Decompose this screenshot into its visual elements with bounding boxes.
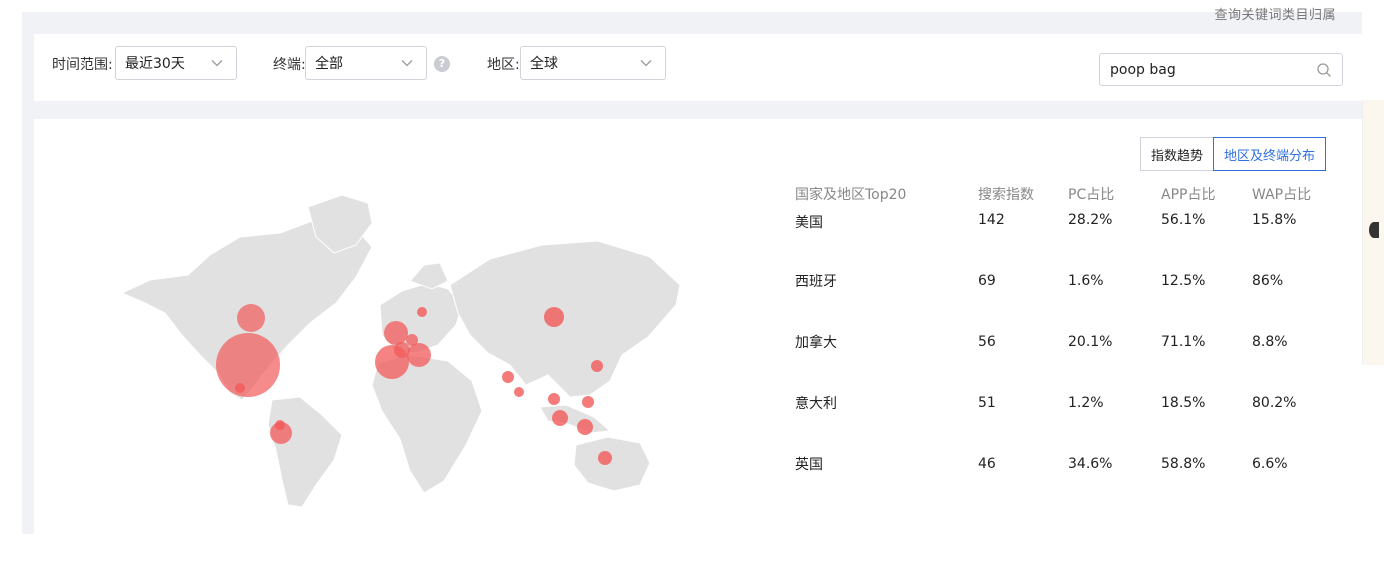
map-bubble-india — [514, 387, 524, 397]
cell-index: 69 — [978, 272, 996, 289]
map-bubble-japan — [591, 360, 603, 372]
keyword-search-box — [1099, 53, 1343, 86]
terminal-label: 终端: — [273, 57, 306, 73]
cell-pc: 28.2% — [1068, 212, 1113, 228]
region-select[interactable]: 全球 — [520, 46, 666, 80]
cell-country: 加拿大 — [795, 334, 837, 351]
cell-pc: 1.2% — [1068, 394, 1104, 411]
time-range-select[interactable]: 最近30天 — [115, 46, 237, 80]
map-bubble-usa — [216, 333, 280, 397]
cell-app: 71.1% — [1161, 333, 1206, 350]
cell-app: 18.5% — [1161, 394, 1206, 411]
country-ranking-table: 国家及地区Top20 搜索指数 PC占比 APP占比 WAP占比 美国 142 … — [795, 176, 1342, 494]
time-range-value: 最近30天 — [125, 56, 185, 72]
map-bubble-mexico — [235, 383, 245, 393]
map-bubble-canada — [237, 304, 265, 332]
map-bubble-russia — [544, 307, 564, 327]
map-southeast-asia — [539, 404, 612, 434]
cell-app: 58.8% — [1161, 455, 1206, 472]
cell-app: 12.5% — [1161, 272, 1206, 289]
cell-app: 56.1% — [1161, 212, 1206, 228]
search-input[interactable] — [1110, 54, 1305, 85]
map-bubble-peru — [270, 422, 292, 444]
map-bubble-sweden — [417, 307, 427, 317]
tab-index-trend[interactable]: 指数趋势 — [1140, 137, 1215, 171]
world-map — [120, 194, 681, 508]
map-bubble-italy — [407, 343, 431, 367]
category-query-link[interactable]: 查询关键词类目归属 — [1214, 4, 1336, 23]
terminal-select[interactable]: 全部 — [305, 46, 427, 80]
table-row: 意大利 51 1.2% 18.5% 80.2% — [795, 372, 1342, 433]
table-header-row: 国家及地区Top20 搜索指数 PC占比 APP占比 WAP占比 — [795, 176, 1342, 212]
cell-country: 意大利 — [795, 395, 837, 412]
search-icon[interactable] — [1316, 62, 1332, 78]
cell-index: 56 — [978, 333, 996, 350]
map-bubble-indonesia — [577, 419, 593, 435]
header-country: 国家及地区Top20 — [795, 187, 907, 203]
cell-wap: 6.6% — [1252, 455, 1288, 472]
cell-country: 英国 — [795, 456, 823, 473]
side-handle-icon[interactable] — [1369, 222, 1379, 238]
help-icon[interactable]: ? — [434, 56, 450, 72]
cell-index: 142 — [978, 212, 1005, 228]
chevron-down-icon — [211, 60, 223, 67]
cell-country: 西班牙 — [795, 273, 837, 290]
terminal-value: 全部 — [315, 56, 343, 72]
map-scandinavia — [409, 262, 449, 290]
header-app-share: APP占比 — [1161, 187, 1216, 203]
header-wap-share: WAP占比 — [1252, 187, 1312, 203]
table-row: 西班牙 69 1.6% 12.5% 86% — [795, 250, 1342, 311]
table-row: 英国 46 34.6% 58.8% 6.6% — [795, 433, 1342, 494]
map-bubble-malaysia — [552, 410, 568, 426]
cell-index: 51 — [978, 394, 996, 411]
region-value: 全球 — [530, 56, 558, 72]
map-bubble-australia — [598, 451, 612, 465]
cell-pc: 20.1% — [1068, 333, 1113, 350]
cell-wap: 8.8% — [1252, 333, 1288, 350]
cell-country: 美国 — [795, 215, 823, 231]
map-south-america — [267, 396, 343, 508]
map-bubble-uae — [502, 371, 514, 383]
view-tabs: 指数趋势 地区及终端分布 — [1140, 137, 1327, 171]
cell-index: 46 — [978, 455, 996, 472]
table-row: 美国 142 28.2% 56.1% 15.8% — [795, 212, 1342, 250]
table-row: 加拿大 56 20.1% 71.1% 8.8% — [795, 311, 1342, 372]
cell-pc: 34.6% — [1068, 455, 1113, 472]
header-pc-share: PC占比 — [1068, 187, 1115, 203]
cell-wap: 86% — [1252, 272, 1284, 289]
chevron-down-icon — [640, 60, 652, 67]
cell-wap: 80.2% — [1252, 394, 1297, 411]
map-bubble-uk — [384, 321, 408, 345]
tab-region-terminal[interactable]: 地区及终端分布 — [1213, 137, 1327, 171]
map-australia — [573, 436, 651, 492]
map-bubble-philippines — [582, 396, 594, 408]
chevron-down-icon — [401, 60, 413, 67]
map-asia — [449, 240, 681, 398]
header-search-index: 搜索指数 — [978, 187, 1034, 203]
region-label: 地区: — [487, 57, 520, 73]
time-range-label: 时间范围: — [52, 57, 113, 73]
map-bubble-thailand — [548, 393, 560, 405]
cell-wap: 15.8% — [1252, 212, 1297, 228]
cell-pc: 1.6% — [1068, 272, 1104, 289]
